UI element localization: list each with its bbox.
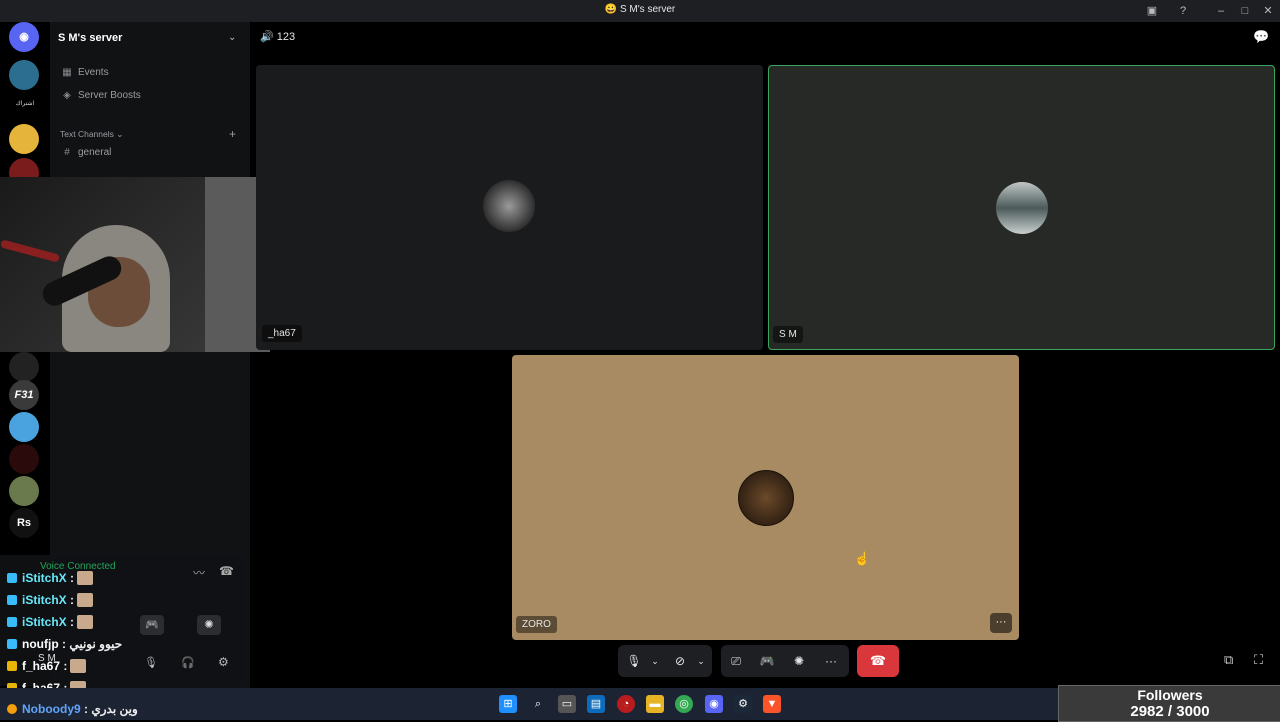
activity-button[interactable]: 🎮 — [140, 615, 164, 635]
hash-icon: # — [64, 147, 70, 158]
chevron-down-icon[interactable]: ⌄ — [228, 32, 236, 43]
cursor-icon: ☝ — [854, 551, 871, 566]
add-channel-icon[interactable]: + — [229, 127, 236, 141]
badge-icon — [7, 661, 17, 671]
server-icon[interactable] — [9, 476, 39, 506]
server-label[interactable]: اشتراك — [4, 100, 46, 107]
more-options-icon[interactable]: ··· — [990, 613, 1012, 633]
server-icon[interactable] — [9, 444, 39, 474]
chat-message: f_ha67 : — [7, 659, 87, 673]
calendar-icon: ▦ — [62, 67, 72, 78]
server-emoji-icon: 😀 — [604, 4, 618, 15]
server-icon[interactable] — [9, 412, 39, 442]
chat-message: iStitchX : — [7, 615, 94, 629]
chrome-icon[interactable]: ◎ — [675, 695, 693, 713]
gamepad-icon[interactable]: 🎮 — [755, 649, 779, 673]
activity-controls: ⎚ 🎮 ✺ ··· — [721, 645, 849, 677]
participant-name: _ha67 — [262, 325, 302, 342]
chat-message: iStitchX : — [7, 571, 94, 585]
audio-video-controls: 🎙 ⌄ ⊘ ⌄ — [618, 645, 712, 677]
avatar — [996, 182, 1048, 234]
mute-icon[interactable]: 🎙 — [144, 656, 158, 669]
sticker-icon — [77, 615, 94, 629]
badge-icon — [7, 595, 17, 605]
headphones-icon[interactable]: 🎧 — [181, 656, 195, 669]
steam-icon[interactable]: ⚙ — [734, 695, 752, 713]
text-channels-category[interactable]: Text Channels ⌄ — [60, 129, 123, 140]
server-icon[interactable] — [9, 352, 39, 382]
server-name[interactable]: S M's server — [58, 32, 122, 44]
search-icon[interactable]: ⌕ — [529, 695, 547, 713]
chat-icon[interactable]: 💬 — [1253, 29, 1269, 45]
chat-message: iStitchX : — [7, 593, 94, 607]
badge-icon — [7, 573, 17, 583]
discord-taskbar-icon[interactable]: ◉ — [705, 695, 723, 713]
badge-icon — [7, 704, 17, 714]
participant-tile[interactable]: ZORO ··· ☝ — [512, 355, 1019, 640]
avatar — [483, 180, 535, 232]
more-icon[interactable]: ··· — [819, 649, 843, 673]
chevron-down-icon[interactable]: ⌄ — [643, 649, 667, 673]
noise-suppression-icon[interactable]: 〰 — [193, 564, 205, 581]
soundboard-button[interactable]: ✺ — [197, 615, 221, 635]
badge-icon — [7, 639, 17, 649]
sticker-icon — [77, 571, 94, 585]
app-icon[interactable]: ◔ — [617, 695, 635, 713]
badge-icon — [7, 617, 17, 627]
participant-tile[interactable]: _ha67 — [256, 65, 763, 350]
disconnect-icon[interactable]: ☎ — [219, 564, 234, 578]
windows-start-icon[interactable]: ⊞ — [499, 695, 517, 713]
fullscreen-icon[interactable]: ⛶ — [1254, 652, 1263, 668]
disconnect-button[interactable]: ☎ — [857, 645, 899, 677]
participant-name: S M — [773, 326, 803, 343]
soundboard-icon[interactable]: ✺ — [787, 649, 811, 673]
sidebar-item-events[interactable]: ▦ Events — [60, 67, 108, 78]
brave-icon[interactable]: ▼ — [763, 695, 781, 713]
window-title: 😀 S M's server — [604, 4, 676, 15]
followers-label: Followers — [1137, 687, 1203, 703]
avatar — [738, 470, 794, 526]
task-view-icon[interactable]: ▭ — [558, 695, 576, 713]
maximize-icon[interactable]: □ — [1237, 3, 1253, 19]
sidebar-item-server-boosts[interactable]: ◈ Server Boosts — [60, 90, 141, 101]
sticker-icon — [77, 593, 94, 607]
channel-general[interactable]: # general — [60, 147, 111, 158]
discord-home-icon[interactable]: ◉ — [9, 22, 39, 52]
followers-goal-widget: Followers 2982 / 3000 — [1058, 685, 1280, 722]
chevron-down-icon[interactable]: ⌄ — [689, 649, 713, 673]
speaker-icon: 🔊 — [260, 31, 274, 43]
settings-gear-icon[interactable]: ⚙ — [218, 655, 229, 669]
chat-message: Noboody9 : وين بدري — [7, 702, 138, 716]
server-icon-f31[interactable]: F31 — [9, 380, 39, 410]
file-explorer-icon[interactable]: ▬ — [646, 695, 664, 713]
server-icon[interactable] — [9, 60, 39, 90]
help-icon[interactable]: ? — [1175, 3, 1191, 19]
followers-count: 2982 / 3000 — [1130, 703, 1210, 720]
close-icon[interactable]: ✕ — [1260, 3, 1276, 19]
sticker-icon — [70, 659, 87, 673]
boost-icon: ◈ — [63, 90, 71, 101]
store-icon[interactable]: ▤ — [587, 695, 605, 713]
popout-icon[interactable]: ⧉ — [1224, 652, 1233, 668]
webcam-overlay — [0, 177, 270, 352]
server-icon[interactable] — [9, 124, 39, 154]
participant-name: ZORO — [516, 616, 557, 633]
voice-channel-header: 🔊 123 — [260, 31, 296, 43]
inbox-icon[interactable]: ▣ — [1144, 3, 1160, 19]
screen-share-icon[interactable]: ⎚ — [724, 649, 748, 673]
minimize-icon[interactable]: – — [1213, 3, 1229, 19]
participant-tile-speaking[interactable]: S M — [768, 65, 1275, 350]
title-bar: 😀 S M's server ▣ ? – □ ✕ — [0, 0, 1280, 22]
webcam-cable — [0, 239, 61, 263]
server-icon-rs[interactable]: Rs — [9, 508, 39, 538]
chat-message: noufjp : حيوو نونيي — [7, 637, 122, 651]
